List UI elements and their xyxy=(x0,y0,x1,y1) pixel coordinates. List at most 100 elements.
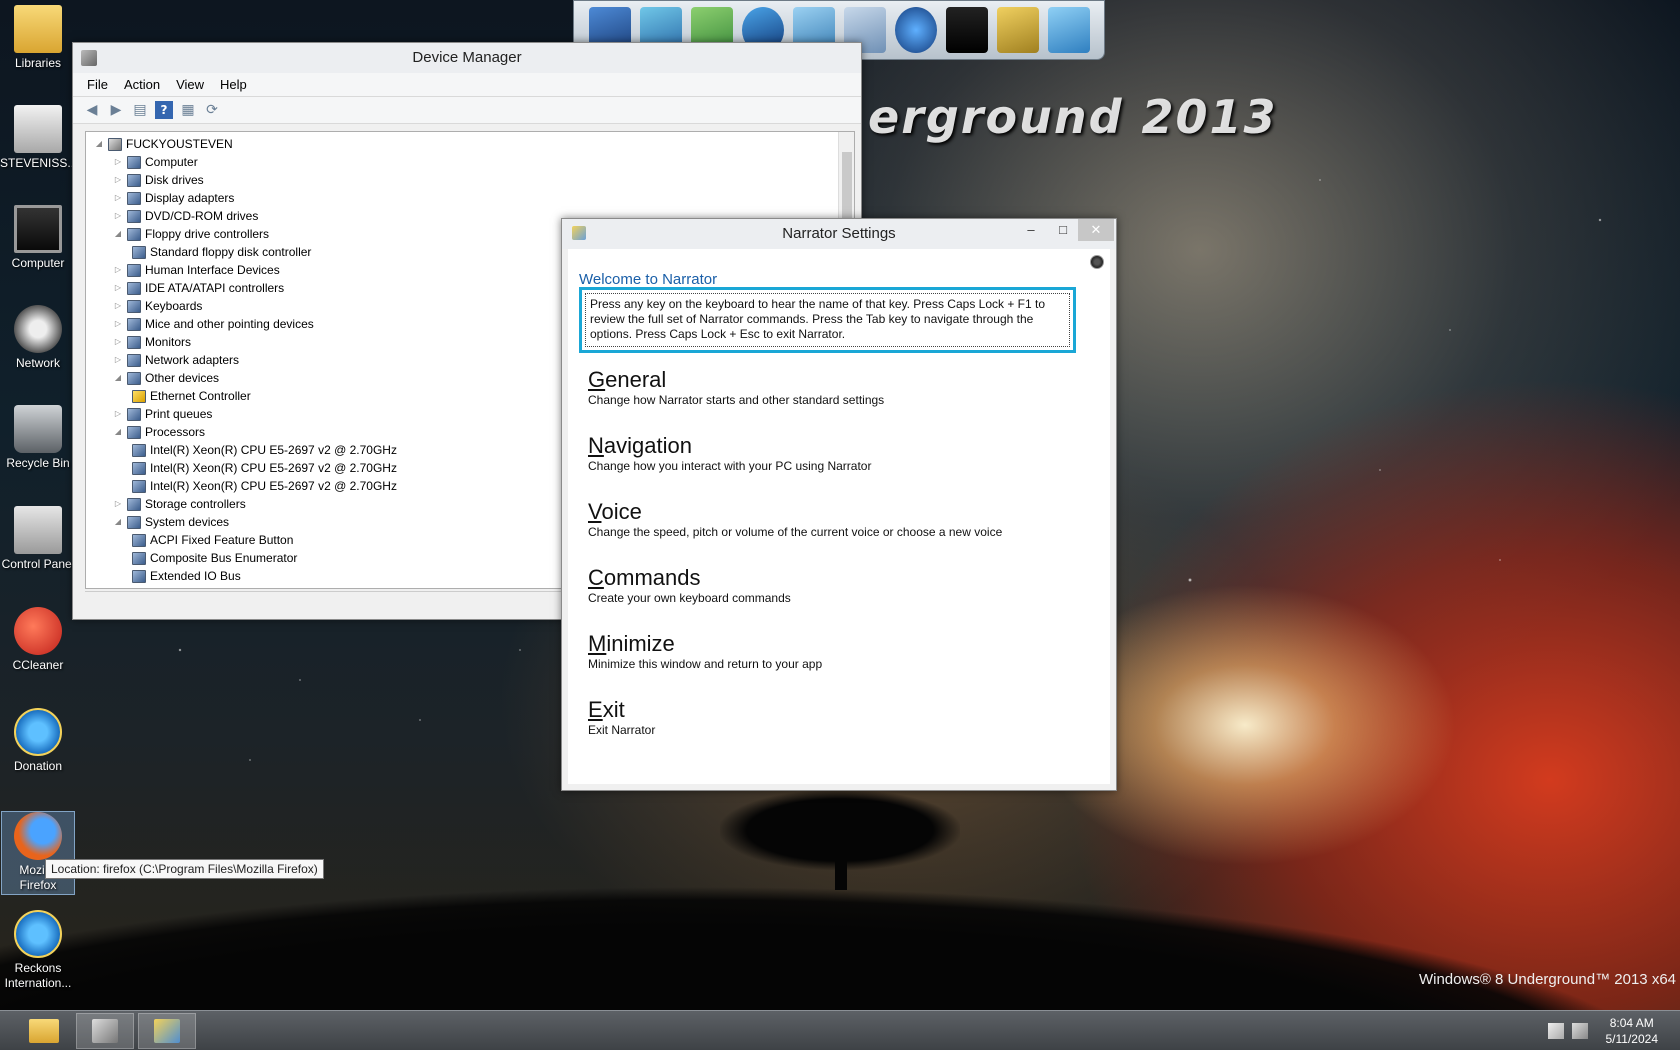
collapsed-triangle-icon[interactable]: ▷ xyxy=(113,315,123,333)
tree-device[interactable]: Intel(R) Xeon(R) CPU E5-2697 v2 @ 2.70GH… xyxy=(132,441,397,459)
desktop-icon-libraries[interactable]: Libraries xyxy=(0,5,76,71)
narrator-option-exit[interactable]: Exit Exit Narrator xyxy=(588,697,655,738)
help-icon[interactable]: ? xyxy=(155,101,173,119)
narrator-settings-window: Narrator Settings – □ ✕ Welcome to Narra… xyxy=(561,218,1117,791)
desktop-icon-ccleaner[interactable]: CCleaner xyxy=(0,607,76,673)
desktop-icon-control-panel[interactable]: Control Panel xyxy=(0,506,76,572)
clock-time: 8:04 AM xyxy=(1609,1016,1654,1030)
collapsed-triangle-icon[interactable]: ▷ xyxy=(113,333,123,351)
tree-category[interactable]: ◢ Other devices xyxy=(113,369,219,387)
tree-category[interactable]: ▷ Keyboards xyxy=(113,297,202,315)
expanded-triangle-icon[interactable]: ◢ xyxy=(94,135,104,153)
maximize-button[interactable]: □ xyxy=(1048,219,1078,241)
tree-category[interactable]: ▷ Storage controllers xyxy=(113,495,246,513)
desktop-icon-donation[interactable]: Donation xyxy=(0,708,76,774)
device-icon xyxy=(132,443,146,457)
dock-shirt-icon[interactable] xyxy=(945,7,988,53)
collapsed-triangle-icon[interactable]: ▷ xyxy=(113,495,123,513)
collapsed-triangle-icon[interactable]: ▷ xyxy=(113,279,123,297)
desktop-icon-mozilla-firefox[interactable]: Mozilla Firefox xyxy=(1,811,75,895)
tree-category[interactable]: ▷ Computer xyxy=(113,153,198,171)
tree-device[interactable]: Intel(R) Xeon(R) CPU E5-2697 v2 @ 2.70GH… xyxy=(132,459,397,477)
expanded-triangle-icon[interactable]: ◢ xyxy=(113,369,123,387)
taskbar-device-manager[interactable] xyxy=(76,1013,134,1049)
dock-globe-icon[interactable] xyxy=(894,7,937,53)
tree-device[interactable]: Ethernet Controller xyxy=(132,387,251,405)
narrator-titlebar[interactable]: Narrator Settings – □ ✕ xyxy=(562,219,1116,249)
tree-category[interactable]: ▷ Human Interface Devices xyxy=(113,261,280,279)
narrator-option-voice[interactable]: Voice Change the speed, pitch or volume o… xyxy=(588,499,1002,540)
tree-category[interactable]: ▷ Mice and other pointing devices xyxy=(113,315,314,333)
narrator-option-navigation[interactable]: Navigation Change how you interact with y… xyxy=(588,433,871,474)
tree-category[interactable]: ▷ Display adapters xyxy=(113,189,234,207)
close-button[interactable]: ✕ xyxy=(1078,219,1114,241)
wallpaper-title: erground 2013 xyxy=(868,90,1278,144)
taskbar-narrator[interactable] xyxy=(138,1013,196,1049)
desktop-icon-recycle-bin[interactable]: Recycle Bin xyxy=(0,405,76,471)
expanded-triangle-icon[interactable]: ◢ xyxy=(113,423,123,441)
back-arrow-icon[interactable]: ◀ xyxy=(83,101,101,119)
tree-device[interactable]: Standard floppy disk controller xyxy=(132,243,311,261)
collapsed-triangle-icon[interactable]: ▷ xyxy=(113,297,123,315)
expanded-triangle-icon[interactable]: ◢ xyxy=(113,513,123,531)
tree-category[interactable]: ▷ DVD/CD-ROM drives xyxy=(113,207,258,225)
collapsed-triangle-icon[interactable]: ▷ xyxy=(113,189,123,207)
minimize-button[interactable]: – xyxy=(1016,219,1046,241)
narrator-option-minimize[interactable]: Minimize Minimize this window and return … xyxy=(588,631,822,672)
tree-device[interactable]: ACPI Fixed Feature Button xyxy=(132,531,293,549)
volume-muted-icon[interactable] xyxy=(1572,1023,1588,1039)
device-icon xyxy=(127,263,141,277)
collapsed-triangle-icon[interactable]: ▷ xyxy=(113,153,123,171)
menu-action[interactable]: Action xyxy=(116,75,168,94)
desktop-icon-label: Libraries xyxy=(14,56,62,70)
tree-device[interactable]: Extended IO Bus xyxy=(132,567,241,585)
tree-device[interactable]: Intel(R) Xeon(R) CPU E5-2697 v2 @ 2.70GH… xyxy=(132,477,397,495)
wallpaper-tree-trunk xyxy=(835,830,847,890)
desktop-icon-network[interactable]: Network xyxy=(0,305,76,371)
device-icon xyxy=(127,497,141,511)
tree-category[interactable]: ◢ System devices xyxy=(113,513,229,531)
tree-category[interactable]: ▷ IDE ATA/ATAPI controllers xyxy=(113,279,284,297)
collapsed-triangle-icon[interactable]: ▷ xyxy=(113,405,123,423)
tree-device[interactable]: Composite Bus Enumerator xyxy=(132,549,297,567)
collapsed-triangle-icon[interactable]: ▷ xyxy=(113,207,123,225)
expanded-triangle-icon[interactable]: ◢ xyxy=(113,225,123,243)
narrator-option-commands[interactable]: Commands Create your own keyboard command… xyxy=(588,565,791,606)
properties-icon[interactable]: ▦ xyxy=(179,101,197,119)
desktop-icon-reckons-internation[interactable]: Reckons Internation... xyxy=(0,910,76,991)
tree-category[interactable]: ▷ Monitors xyxy=(113,333,191,351)
scan-hardware-icon[interactable]: ⟳ xyxy=(203,101,221,119)
action-center-flag-icon[interactable] xyxy=(1548,1023,1564,1039)
tree-item-label: Network adapters xyxy=(145,353,240,367)
device-icon xyxy=(132,479,146,493)
taskbar-clock[interactable]: 8:04 AM 5/11/2024 xyxy=(1606,1015,1659,1047)
tree-root[interactable]: ◢ FUCKYOUSTEVEN xyxy=(94,135,233,153)
tree-category[interactable]: ◢ Processors xyxy=(113,423,205,441)
tree-category[interactable]: ▷ Disk drives xyxy=(113,171,204,189)
narrator-option-description: Minimize this window and return to your … xyxy=(588,657,823,671)
menu-file[interactable]: File xyxy=(79,75,116,94)
menu-view[interactable]: View xyxy=(168,75,212,94)
tree-category[interactable]: ▷ Network adapters xyxy=(113,351,239,369)
device-icon xyxy=(127,281,141,295)
dock-recycle-bin-icon[interactable] xyxy=(1047,7,1090,53)
tree-item-label: Intel(R) Xeon(R) CPU E5-2697 v2 @ 2.70GH… xyxy=(150,443,397,457)
menu-help[interactable]: Help xyxy=(212,75,255,94)
collapsed-triangle-icon[interactable]: ▷ xyxy=(113,171,123,189)
collapsed-triangle-icon[interactable]: ▷ xyxy=(113,261,123,279)
dock-tools-icon[interactable] xyxy=(996,7,1039,53)
show-hide-console-tree-icon[interactable]: ▤ xyxy=(131,101,149,119)
tree-category[interactable]: ◢ Floppy drive controllers xyxy=(113,225,269,243)
forward-arrow-icon[interactable]: ▶ xyxy=(107,101,125,119)
device-manager-titlebar[interactable]: Device Manager xyxy=(73,43,861,73)
narrator-option-general[interactable]: General Change how Narrator starts and ot… xyxy=(588,367,884,408)
device-icon xyxy=(127,299,141,313)
tree-category[interactable]: ▷ Print queues xyxy=(113,405,212,423)
desktop-icon-computer[interactable]: Computer xyxy=(0,205,76,271)
ccleaner-icon xyxy=(14,607,62,655)
taskbar-file-explorer[interactable] xyxy=(15,1013,73,1049)
narrator-help-icon[interactable] xyxy=(1090,255,1104,269)
welcome-description-box[interactable]: Press any key on the keyboard to hear th… xyxy=(579,287,1076,353)
desktop-icon-steveniss[interactable]: STEVENISS... xyxy=(0,105,77,171)
collapsed-triangle-icon[interactable]: ▷ xyxy=(113,351,123,369)
